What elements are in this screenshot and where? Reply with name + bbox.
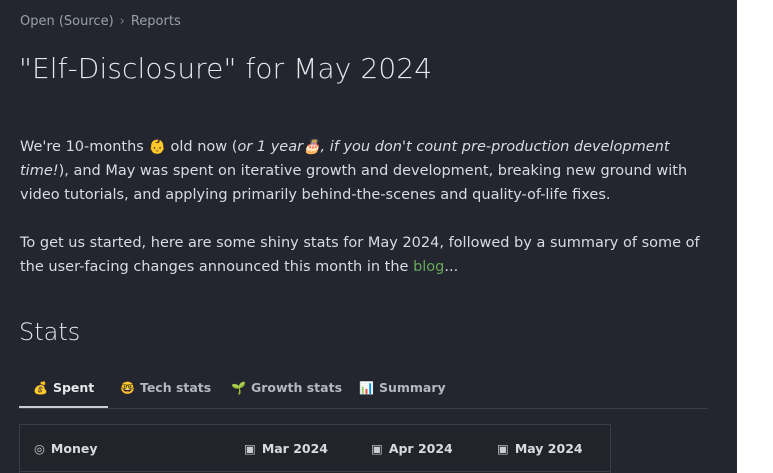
tab-label: Growth stats (250, 380, 343, 395)
page-title: "Elf-Disclosure" for May 2024 (19, 52, 433, 85)
seedling-icon: 🌱 (231, 381, 246, 395)
tab-summary[interactable]: 📊 Summary (359, 373, 446, 407)
intro-paragraph-2: To get us started, here are some shiny s… (20, 231, 710, 279)
column-header-label: Mar 2024 (261, 441, 328, 456)
intro-italic-text: or 1 year (237, 139, 304, 155)
tab-tech-stats[interactable]: 🤓 Tech stats (120, 373, 211, 407)
tab-label: Summary (378, 380, 446, 395)
intro-text: old now ( (165, 139, 238, 155)
intro-text: We're 10-months (20, 139, 149, 155)
target-icon: ◎ (34, 441, 45, 456)
stats-tabs: 💰 Spent 🤓 Tech stats 🌱 Growth stats 📊 Summar… (19, 373, 708, 409)
spent-table: ◎ Money ▣ Mar 2024 ▣ Apr 2024 ▣ May 2024 (19, 424, 611, 473)
intro-text: ... (444, 259, 459, 275)
intro-text: ), and May was spent on iterative growth… (20, 163, 688, 203)
column-header-label: Apr 2024 (388, 441, 453, 456)
bar-chart-icon: 📊 (359, 381, 374, 395)
cake-emoji-icon: 🎂 (303, 139, 321, 155)
breadcrumb-separator: › (119, 14, 125, 29)
money-bag-icon: 💰 (33, 381, 48, 395)
tab-spent[interactable]: 💰 Spent (19, 373, 109, 408)
breadcrumb-item-open-source[interactable]: Open (Source) (20, 14, 114, 29)
column-header-may-2024[interactable]: ▣ May 2024 (497, 425, 583, 472)
stats-heading: Stats (19, 318, 81, 346)
baby-emoji-icon: 👶 (148, 139, 166, 155)
breadcrumb-item-reports[interactable]: Reports (131, 14, 181, 29)
column-header-label: Money (50, 441, 98, 456)
column-header-label: May 2024 (514, 441, 583, 456)
column-header-apr-2024[interactable]: ▣ Apr 2024 (371, 425, 453, 472)
nerd-face-icon: 🤓 (120, 381, 135, 395)
calendar-icon: ▣ (497, 441, 509, 456)
table-header-divider (20, 471, 610, 472)
report-panel: Open (Source) › Reports "Elf-Disclosure" f… (0, 0, 737, 473)
column-header-money[interactable]: ◎ Money (34, 425, 97, 472)
intro-text: To get us started, here are some shiny s… (20, 235, 700, 275)
intro-paragraph-1: We're 10-months 👶 old now (or 1 year🎂, i… (20, 135, 710, 207)
blog-link[interactable]: blog (413, 259, 444, 275)
tab-label: Spent (52, 380, 95, 395)
calendar-icon: ▣ (371, 441, 383, 456)
tab-label: Tech stats (139, 380, 212, 395)
calendar-icon: ▣ (244, 441, 256, 456)
breadcrumb: Open (Source) › Reports (20, 14, 181, 29)
column-header-mar-2024[interactable]: ▣ Mar 2024 (244, 425, 328, 472)
tab-growth-stats[interactable]: 🌱 Growth stats (231, 373, 342, 407)
